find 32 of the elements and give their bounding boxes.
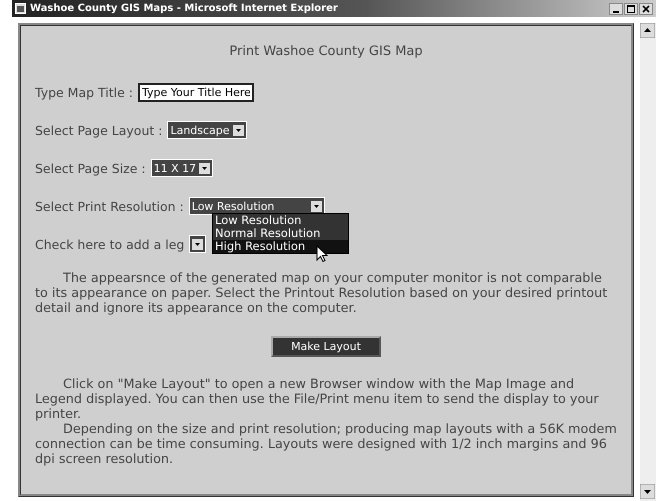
page-heading: Print Washoe County GIS Map bbox=[228, 44, 424, 59]
scroll-down-button[interactable] bbox=[640, 484, 655, 499]
title-input[interactable]: Type Your Title Here bbox=[138, 82, 254, 102]
maximize-button[interactable] bbox=[624, 2, 638, 14]
dropdown[interactable]: Landscape bbox=[167, 121, 247, 139]
scrollbar[interactable] bbox=[640, 23, 656, 501]
caret-icon bbox=[192, 238, 204, 250]
maximize-icon bbox=[627, 4, 635, 12]
scroll-up-button[interactable] bbox=[640, 23, 655, 38]
dropdown[interactable]: Low Resolution bbox=[188, 197, 325, 215]
field-label: Type Map Title : bbox=[35, 84, 134, 100]
field-label: Select Page Layout : bbox=[35, 122, 162, 138]
info-paragraph: The appearsnce of the generated map on your computer monitor is not comparable to its appearance on paper. Select the Printout Resolution based on your desired printout detail and ignore its appearance on the computer. bbox=[35, 271, 608, 316]
window-title: Washoe County GIS Maps - Microsoft Internet Explorer bbox=[30, 3, 339, 14]
field-label: Select Print Resolution : bbox=[35, 198, 184, 214]
field-label: Check here to add a leg bbox=[35, 236, 184, 252]
info-paragraph: Depending on the size and print resolution; producing map layouts with a 56K modem connection can be time consuming. Layouts were designed with 1/2 inch margins and 96 dpi screen resolution. bbox=[35, 422, 617, 467]
close-button[interactable] bbox=[639, 2, 653, 14]
caret-icon bbox=[199, 162, 210, 174]
dropdown-option[interactable]: Low Resolution bbox=[213, 214, 348, 227]
minimize-icon bbox=[613, 10, 619, 12]
dropdown[interactable]: 11 X 17 bbox=[150, 159, 214, 177]
make-layout-button[interactable]: Make Layout bbox=[271, 336, 381, 357]
info-paragraph: Click on "Make Layout" to open a new Browser window with the Map Image and Legend displayed. You can then use the File/Print menu item to send the display to your printer. bbox=[35, 377, 600, 422]
minimize-button[interactable] bbox=[609, 2, 623, 14]
field-label: Select Page Size : bbox=[35, 160, 146, 176]
caret-icon bbox=[232, 124, 244, 136]
dropdown-option[interactable]: High Resolution bbox=[213, 240, 348, 253]
close-icon bbox=[642, 4, 650, 12]
browser-icon bbox=[15, 3, 26, 14]
dropdown-option[interactable]: Normal Resolution bbox=[213, 227, 348, 240]
dropdown[interactable] bbox=[189, 235, 206, 253]
